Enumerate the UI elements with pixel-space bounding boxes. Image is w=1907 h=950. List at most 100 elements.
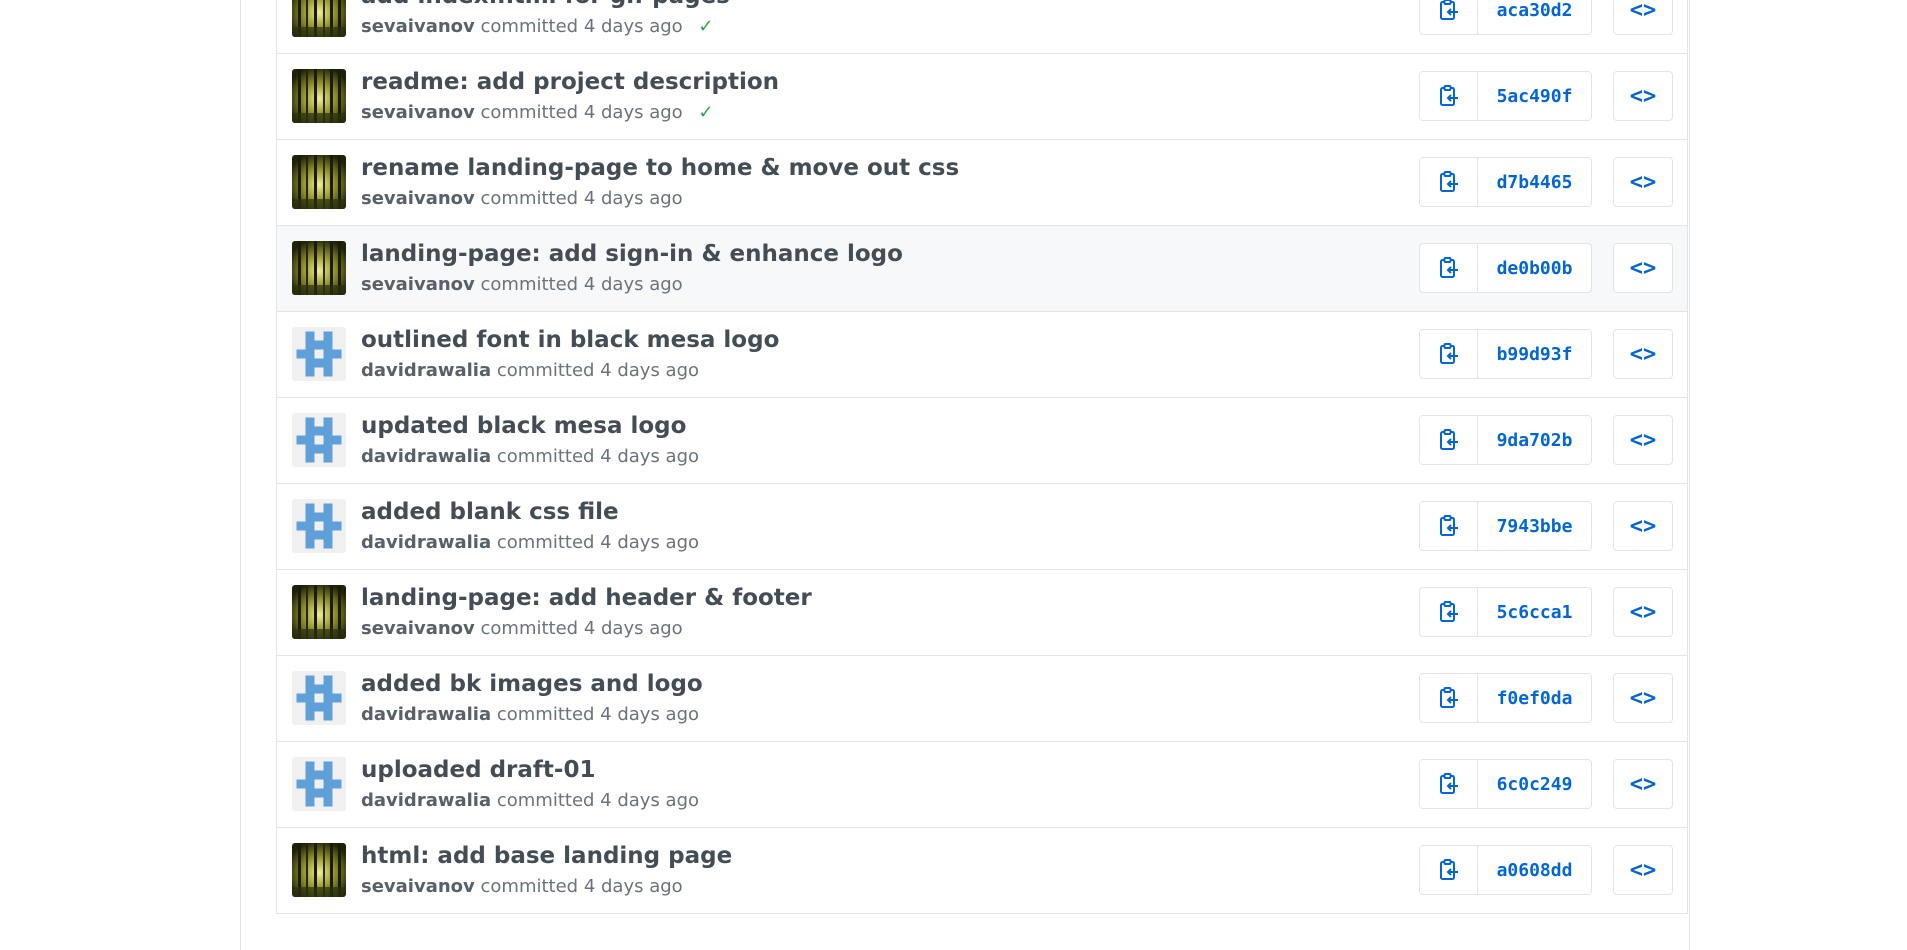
- avatar[interactable]: [292, 0, 346, 37]
- commit-author[interactable]: davidrawalia: [361, 790, 491, 811]
- browse-repo-button[interactable]: <>: [1613, 243, 1673, 293]
- commit-author[interactable]: sevaivanov: [361, 876, 475, 897]
- avatar[interactable]: [292, 327, 346, 381]
- commit-sha-link[interactable]: 5ac490f: [1478, 72, 1591, 120]
- commit-sha-link[interactable]: de0b00b: [1478, 244, 1591, 292]
- browse-repo-button[interactable]: <>: [1613, 329, 1673, 379]
- browse-repo-button[interactable]: <>: [1613, 845, 1673, 895]
- commit-author[interactable]: davidrawalia: [361, 446, 491, 467]
- code-icon: <>: [1629, 685, 1657, 711]
- copy-sha-button[interactable]: [1420, 588, 1478, 636]
- commit-message[interactable]: rename landing-page to home & move out c…: [361, 151, 959, 185]
- forest-avatar-image: [292, 843, 346, 897]
- commit-author[interactable]: sevaivanov: [361, 188, 475, 209]
- commit-message[interactable]: readme: add project description: [361, 65, 779, 99]
- commit-message[interactable]: uploaded draft-01: [361, 753, 595, 787]
- commit-sha-link[interactable]: f0ef0da: [1478, 674, 1591, 722]
- browse-repo-button[interactable]: <>: [1613, 71, 1673, 121]
- sha-button-group: 9da702b: [1419, 415, 1592, 465]
- commit-meta: davidrawalia committed 4 days ago: [361, 702, 699, 728]
- avatar[interactable]: [292, 69, 346, 123]
- copy-sha-button[interactable]: [1420, 502, 1478, 550]
- commit-message[interactable]: added bk images and logo: [361, 667, 703, 701]
- sha-button-group: de0b00b: [1419, 243, 1592, 293]
- clipboard-icon: [1439, 171, 1458, 192]
- avatar[interactable]: [292, 671, 346, 725]
- copy-sha-button[interactable]: [1420, 0, 1478, 34]
- commit-author[interactable]: sevaivanov: [361, 16, 475, 37]
- clipboard-icon: [1439, 859, 1458, 880]
- commit-action: committed: [496, 790, 595, 811]
- commit-action: committed: [496, 704, 595, 725]
- commit-meta: davidrawalia committed 4 days ago: [361, 358, 699, 384]
- commit-message[interactable]: landing-page: add sign-in & enhance logo: [361, 237, 903, 271]
- browse-repo-button[interactable]: <>: [1613, 157, 1673, 207]
- commit-message[interactable]: outlined font in black mesa logo: [361, 323, 779, 357]
- copy-sha-button[interactable]: [1420, 674, 1478, 722]
- copy-sha-button[interactable]: [1420, 416, 1478, 464]
- commit-meta: sevaivanov committed 4 days ago ✓: [361, 14, 714, 40]
- commit-row: rename landing-page to home & move out c…: [277, 139, 1687, 225]
- commit-action: committed: [480, 274, 579, 295]
- browse-repo-button[interactable]: <>: [1613, 587, 1673, 637]
- commit-row: uploaded draft-01 davidrawalia committed…: [277, 741, 1687, 827]
- code-icon: <>: [1629, 255, 1657, 281]
- commit-sha-link[interactable]: 9da702b: [1478, 416, 1591, 464]
- commit-action: committed: [496, 446, 595, 467]
- commit-sha-link[interactable]: 7943bbe: [1478, 502, 1591, 550]
- commit-author[interactable]: sevaivanov: [361, 274, 475, 295]
- commit-author[interactable]: davidrawalia: [361, 532, 491, 553]
- clipboard-icon: [1439, 687, 1458, 708]
- commit-sha-link[interactable]: 5c6cca1: [1478, 588, 1591, 636]
- copy-sha-button[interactable]: [1420, 760, 1478, 808]
- commit-message[interactable]: added blank css file: [361, 495, 619, 529]
- check-icon[interactable]: ✓: [698, 16, 713, 37]
- copy-sha-button[interactable]: [1420, 244, 1478, 292]
- avatar[interactable]: [292, 499, 346, 553]
- commit-author[interactable]: davidrawalia: [361, 360, 491, 381]
- check-icon[interactable]: ✓: [698, 102, 713, 123]
- copy-sha-button[interactable]: [1420, 158, 1478, 206]
- copy-sha-button[interactable]: [1420, 72, 1478, 120]
- commit-time: 4 days ago: [583, 16, 683, 37]
- commit-row: readme: add project description sevaivan…: [277, 53, 1687, 139]
- commit-meta: davidrawalia committed 4 days ago: [361, 530, 699, 556]
- code-icon: <>: [1629, 857, 1657, 883]
- commit-author[interactable]: sevaivanov: [361, 618, 475, 639]
- browse-repo-button[interactable]: <>: [1613, 415, 1673, 465]
- commit-sha-link[interactable]: b99d93f: [1478, 330, 1591, 378]
- commit-row: added blank css file davidrawalia commit…: [277, 483, 1687, 569]
- browse-repo-button[interactable]: <>: [1613, 673, 1673, 723]
- commit-sha-link[interactable]: 6c0c249: [1478, 760, 1591, 808]
- browse-repo-button[interactable]: <>: [1613, 759, 1673, 809]
- commit-list: add index.html for gh-pages sevaivanov c…: [276, 0, 1688, 914]
- browse-repo-button[interactable]: <>: [1613, 0, 1673, 35]
- avatar[interactable]: [292, 155, 346, 209]
- commit-message[interactable]: landing-page: add header & footer: [361, 581, 812, 615]
- clipboard-icon: [1439, 515, 1458, 536]
- copy-sha-button[interactable]: [1420, 330, 1478, 378]
- commit-row: html: add base landing page sevaivanov c…: [277, 827, 1687, 913]
- commit-sha-link[interactable]: a0608dd: [1478, 846, 1591, 894]
- avatar[interactable]: [292, 241, 346, 295]
- commit-sha-link[interactable]: d7b4465: [1478, 158, 1591, 206]
- commit-sha-link[interactable]: aca30d2: [1478, 0, 1591, 34]
- commit-author[interactable]: sevaivanov: [361, 102, 475, 123]
- identicon-avatar-image: [292, 757, 346, 811]
- sha-button-group: f0ef0da: [1419, 673, 1592, 723]
- commit-message[interactable]: add index.html for gh-pages: [361, 0, 730, 13]
- clipboard-icon: [1439, 85, 1458, 106]
- commit-message[interactable]: updated black mesa logo: [361, 409, 686, 443]
- avatar[interactable]: [292, 757, 346, 811]
- commit-message[interactable]: html: add base landing page: [361, 839, 732, 873]
- commit-meta: davidrawalia committed 4 days ago: [361, 788, 699, 814]
- commit-author[interactable]: davidrawalia: [361, 704, 491, 725]
- avatar[interactable]: [292, 585, 346, 639]
- sha-button-group: a0608dd: [1419, 845, 1592, 895]
- avatar[interactable]: [292, 843, 346, 897]
- identicon-avatar-image: [292, 671, 346, 725]
- code-icon: <>: [1629, 599, 1657, 625]
- browse-repo-button[interactable]: <>: [1613, 501, 1673, 551]
- copy-sha-button[interactable]: [1420, 846, 1478, 894]
- avatar[interactable]: [292, 413, 346, 467]
